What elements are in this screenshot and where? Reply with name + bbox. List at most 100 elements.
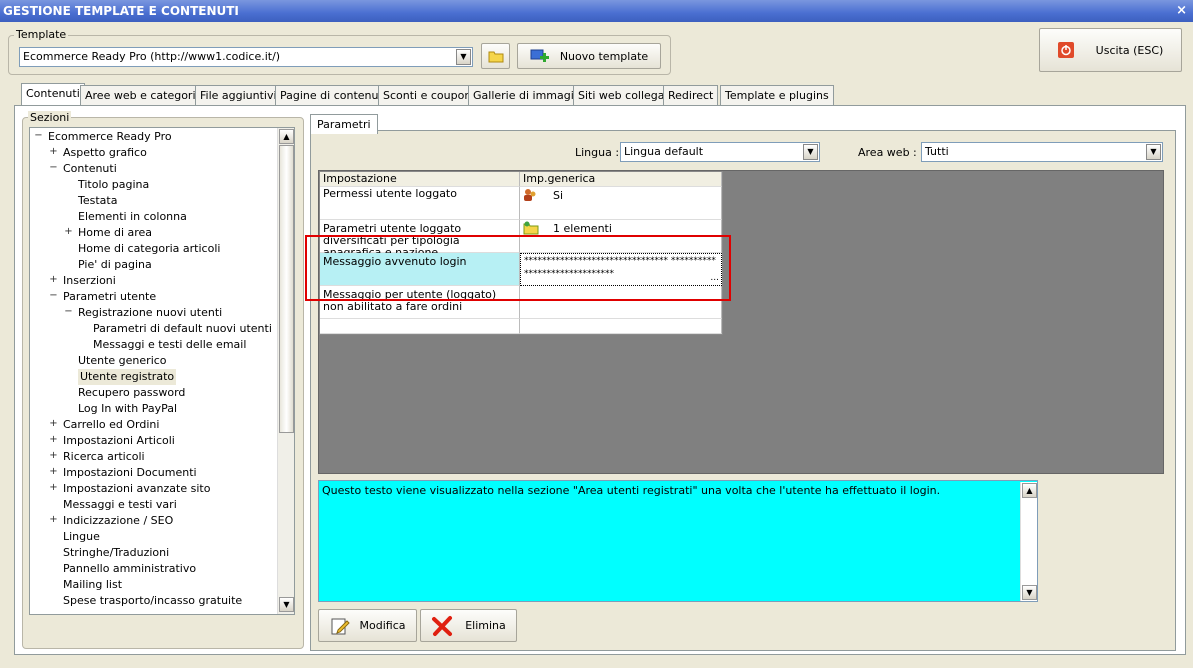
expand-icon[interactable]: +	[64, 227, 73, 237]
tab-label: Gallerie di immagini	[473, 89, 584, 102]
exit-label: Uscita (ESC)	[1095, 43, 1164, 57]
scroll-thumb[interactable]	[279, 145, 294, 433]
tree-item[interactable]: Recupero password	[78, 385, 185, 401]
tab-label: Contenuti	[26, 87, 80, 100]
sections-tree: − Ecommerce Ready Pro + Aspetto grafico − Con…	[29, 127, 295, 615]
tree-item[interactable]: Registrazione nuovi utenti	[78, 305, 222, 321]
lingua-select[interactable]: Lingua default ▼	[620, 142, 820, 162]
tree-item[interactable]: Home di categoria articoli	[78, 241, 220, 257]
folder-icon	[523, 221, 539, 235]
tree-item[interactable]: Titolo pagina	[78, 177, 149, 193]
grid-header-setting[interactable]: Impostazione	[320, 172, 520, 187]
collapse-icon[interactable]: −	[49, 291, 58, 301]
elimina-label: Elimina	[465, 619, 506, 632]
tree-item[interactable]: Pannello amministrativo	[63, 561, 196, 577]
chevron-down-icon[interactable]: ▼	[1146, 144, 1161, 160]
tree-item[interactable]: Home di area	[78, 225, 152, 241]
expand-icon[interactable]: +	[49, 147, 58, 157]
tree-item[interactable]: Testata	[78, 193, 117, 209]
new-template-button[interactable]: Nuovo template	[517, 43, 661, 69]
tree-item[interactable]: Messaggi e testi vari	[63, 497, 177, 513]
power-icon	[1057, 42, 1074, 58]
tab-template-e-plugins[interactable]: Template e plugins	[720, 85, 834, 105]
window-title: GESTIONE TEMPLATE E CONTENUTI	[3, 4, 239, 18]
expand-icon[interactable]: +	[49, 435, 58, 445]
collapse-icon[interactable]: −	[49, 163, 58, 173]
grid-row-empty	[320, 319, 520, 334]
tab-contenuti[interactable]: Contenuti	[21, 83, 85, 106]
tab-siti-web-collegati[interactable]: Siti web collegati	[573, 85, 677, 105]
tree-item[interactable]: Pie' di pagina	[78, 257, 152, 273]
expand-icon[interactable]: +	[49, 467, 58, 477]
tab-gallerie-di-immagini[interactable]: Gallerie di immagini	[468, 85, 589, 105]
elimina-button[interactable]: Elimina	[420, 609, 517, 642]
tree-item[interactable]: Utente registrato	[78, 369, 177, 385]
expand-icon[interactable]: +	[49, 275, 58, 285]
new-template-label: Nuovo template	[559, 49, 649, 63]
tree-item[interactable]: Impostazioni avanzate sito	[63, 481, 210, 497]
collapse-icon[interactable]: −	[64, 307, 73, 317]
new-template-icon	[530, 49, 549, 62]
tree-item[interactable]: Contenuti	[63, 161, 117, 177]
tab-parametri[interactable]: Parametri	[310, 114, 378, 134]
tree-item[interactable]: Parametri utente	[63, 289, 156, 305]
scroll-down-icon[interactable]: ▼	[1022, 585, 1037, 600]
tab-label: Aree web e categorie	[85, 89, 203, 102]
expand-icon[interactable]: +	[49, 515, 58, 525]
highlight-box	[305, 235, 731, 301]
scroll-up-icon[interactable]: ▲	[1022, 483, 1037, 498]
lingua-value: Lingua default	[624, 145, 704, 158]
tree-item[interactable]: Ecommerce Ready Pro	[48, 129, 172, 145]
template-group-label: Template	[14, 28, 69, 41]
sections-group-label: Sezioni	[28, 111, 72, 124]
tab-file-aggiuntivi[interactable]: File aggiuntivi	[195, 85, 282, 105]
tree-item[interactable]: Inserzioni	[63, 273, 116, 289]
tree-item[interactable]: Impostazioni Articoli	[63, 433, 175, 449]
tab-label: Siti web collegati	[578, 89, 672, 102]
tree-item[interactable]: Utente generico	[78, 353, 167, 369]
chevron-down-icon[interactable]: ▼	[456, 49, 471, 65]
grid-row-value-text: 1 elementi	[553, 222, 612, 235]
modifica-button[interactable]: Modifica	[318, 609, 417, 642]
tab-pagine-di-contenuti[interactable]: Pagine di contenuti	[275, 85, 391, 105]
tree-item[interactable]: Elementi in colonna	[78, 209, 187, 225]
tree-item[interactable]: Aspetto grafico	[63, 145, 147, 161]
grid-row-empty	[520, 319, 722, 334]
expand-icon[interactable]: +	[49, 483, 58, 493]
tab-redirect[interactable]: Redirect	[663, 85, 719, 105]
tree-item[interactable]: Carrello ed Ordini	[63, 417, 159, 433]
tab-label: File aggiuntivi	[200, 89, 277, 102]
chevron-down-icon[interactable]: ▼	[803, 144, 818, 160]
tree-item[interactable]: Mailing list	[63, 577, 122, 593]
collapse-icon[interactable]: −	[34, 131, 43, 141]
tree-item[interactable]: Log In with PayPal	[78, 401, 177, 417]
tree-item[interactable]: Stringhe/Traduzioni	[63, 545, 169, 561]
tree-scrollbar[interactable]: ▲ ▼	[277, 128, 294, 614]
tree-item[interactable]: Lingue	[63, 529, 100, 545]
template-select[interactable]: Ecommerce Ready Pro (http://www1.codice.…	[19, 47, 473, 67]
description-box[interactable]: Questo testo viene visualizzato nella se…	[318, 480, 1038, 602]
tab-label: Redirect	[668, 89, 714, 102]
tree-item[interactable]: Messaggi e testi delle email	[93, 337, 246, 353]
description-scrollbar[interactable]: ▲ ▼	[1020, 482, 1037, 601]
tree-item[interactable]: Ricerca articoli	[63, 449, 145, 465]
expand-icon[interactable]: +	[49, 419, 58, 429]
tree-item[interactable]: Parametri di default nuovi utenti	[93, 321, 272, 337]
open-folder-button[interactable]	[481, 43, 510, 69]
tab-label: Pagine di contenuti	[280, 89, 386, 102]
tab-sconti-e-coupon[interactable]: Sconti e coupon	[378, 85, 477, 105]
grid-row-value[interactable]: Si	[520, 187, 722, 220]
scroll-down-icon[interactable]: ▼	[279, 597, 294, 612]
exit-button[interactable]: Uscita (ESC)	[1039, 28, 1182, 72]
tree-item[interactable]: Indicizzazione / SEO	[63, 513, 173, 529]
grid-header-value[interactable]: Imp.generica	[520, 172, 722, 187]
delete-icon	[432, 615, 453, 636]
close-icon[interactable]: ×	[1176, 0, 1187, 22]
area-select[interactable]: Tutti ▼	[921, 142, 1163, 162]
expand-icon[interactable]: +	[49, 451, 58, 461]
tree-item[interactable]: Spese trasporto/incasso gratuite	[63, 593, 242, 609]
grid-row-setting[interactable]: Permessi utente loggato	[320, 187, 520, 220]
tree-item[interactable]: Impostazioni Documenti	[63, 465, 197, 481]
scroll-up-icon[interactable]: ▲	[279, 129, 294, 144]
tab-aree-web-e-categorie[interactable]: Aree web e categorie	[80, 85, 208, 105]
